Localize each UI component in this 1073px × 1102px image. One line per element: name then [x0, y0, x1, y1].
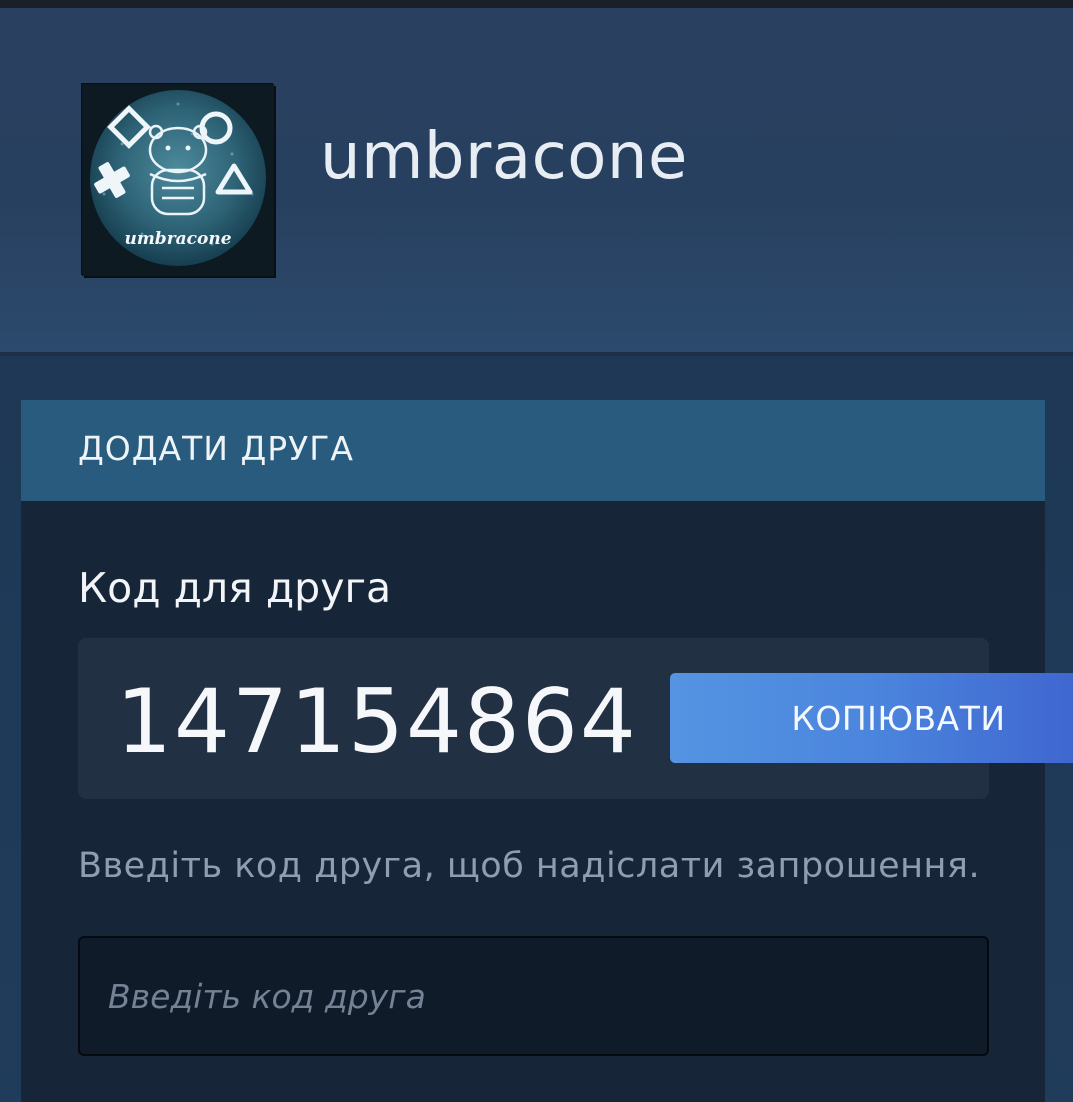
- friend-code-input[interactable]: [78, 936, 989, 1056]
- svg-text:umbracone: umbracone: [124, 229, 231, 249]
- avatar[interactable]: umbracone: [82, 84, 274, 276]
- add-friend-title: ДОДАТИ ДРУГА: [78, 429, 354, 468]
- avatar-image: umbracone: [82, 84, 274, 276]
- copy-button[interactable]: КОПІЮВАТИ: [670, 673, 1073, 763]
- friend-code-value: 147154864: [116, 670, 638, 773]
- profile-username: umbracone: [320, 120, 688, 194]
- friend-code-hint: Введіть код друга, щоб надіслати запроше…: [78, 846, 981, 886]
- friend-code-label: Код для друга: [78, 564, 392, 612]
- top-status-strip: [0, 0, 1073, 8]
